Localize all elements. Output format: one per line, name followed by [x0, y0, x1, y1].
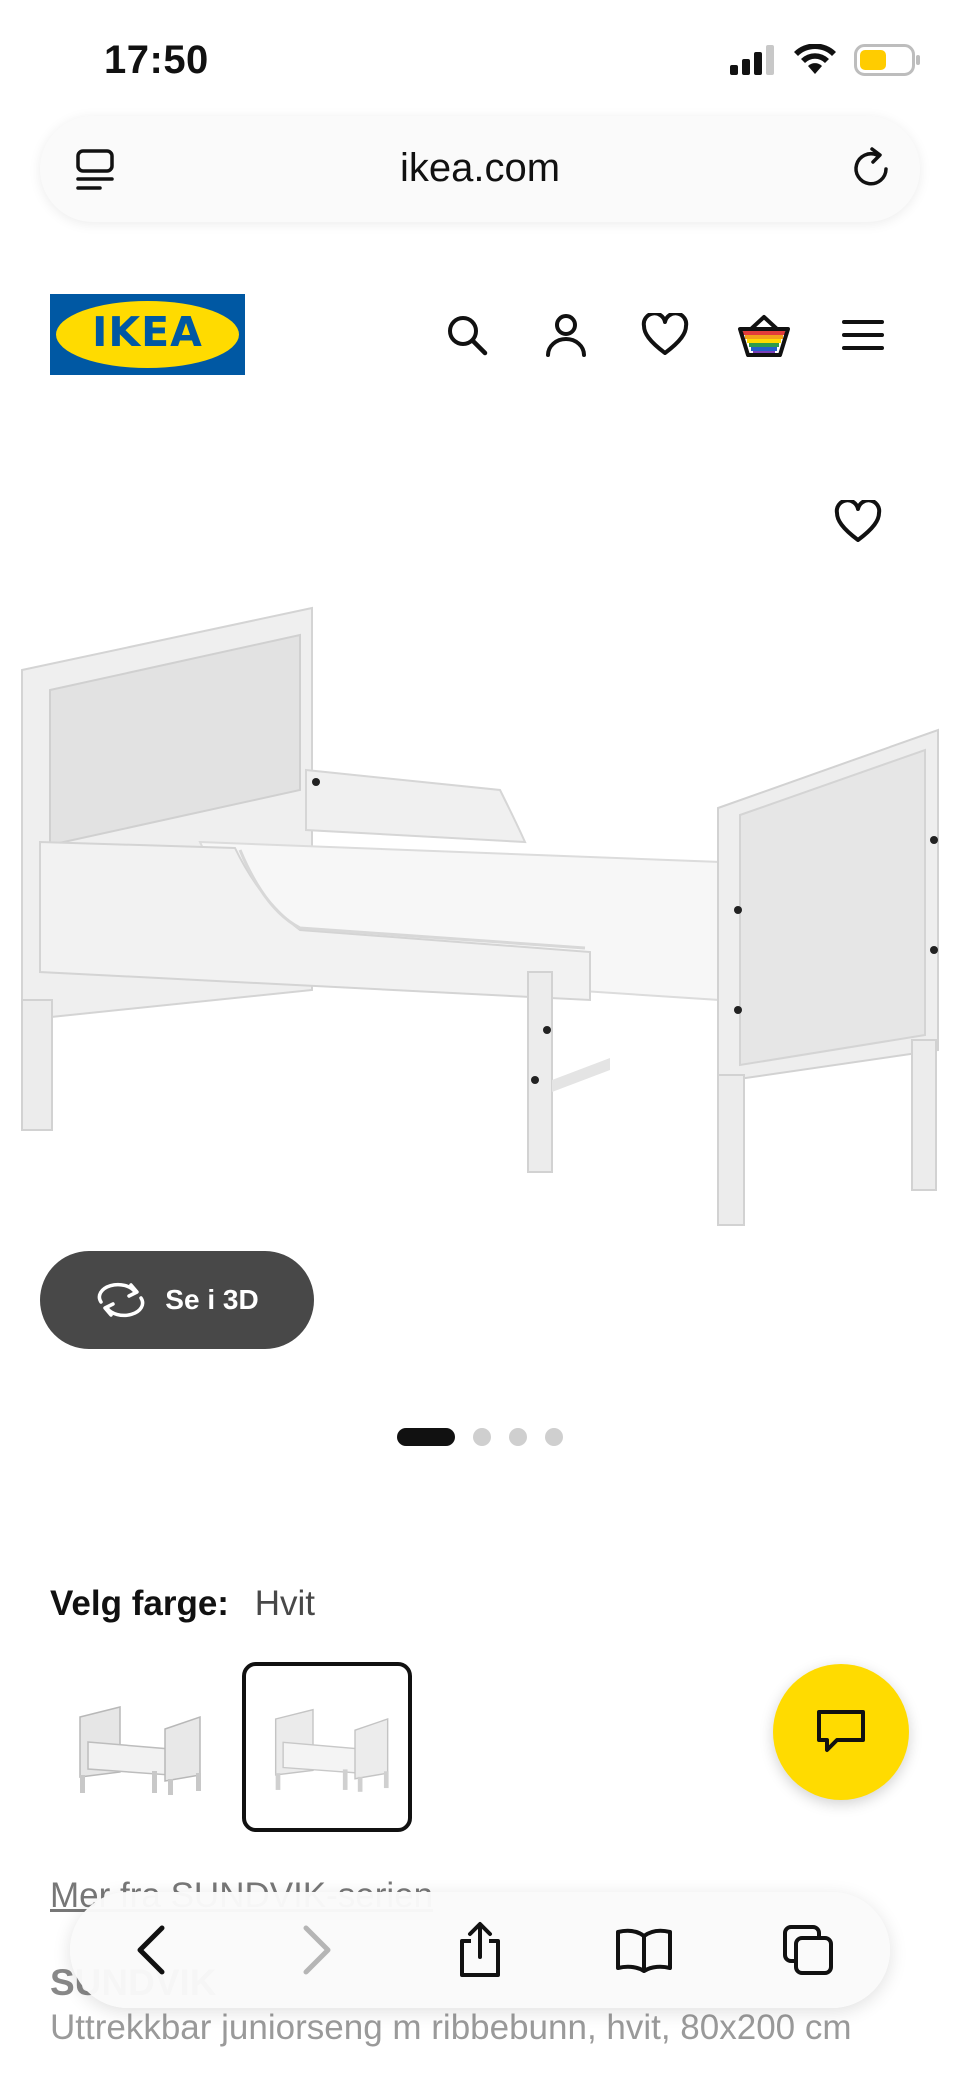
- gallery-dot[interactable]: [397, 1428, 455, 1446]
- color-swatch[interactable]: [50, 1662, 220, 1832]
- view-in-3d-button[interactable]: Se i 3D: [40, 1251, 314, 1349]
- heart-icon[interactable]: [637, 307, 693, 363]
- cellular-signal-icon: [730, 45, 774, 75]
- address-bar[interactable]: ikea.com: [40, 116, 920, 222]
- status-icons: [730, 44, 920, 76]
- account-icon[interactable]: [538, 307, 594, 363]
- gallery-dot[interactable]: [509, 1428, 527, 1446]
- product-image[interactable]: [0, 580, 960, 1260]
- url-text[interactable]: ikea.com: [40, 146, 920, 191]
- gallery-dot[interactable]: [473, 1428, 491, 1446]
- basket-icon[interactable]: [736, 307, 792, 363]
- share-icon[interactable]: [448, 1918, 512, 1982]
- view-in-3d-label: Se i 3D: [165, 1284, 259, 1315]
- forward-icon[interactable]: [284, 1918, 348, 1982]
- bookmarks-icon[interactable]: [612, 1918, 676, 1982]
- gallery-pagination: [0, 1428, 960, 1446]
- browser-toolbar: [70, 1892, 890, 2008]
- product-description: Uttrekkbar juniorseng m ribbebunn, hvit,…: [50, 2008, 852, 2047]
- battery-icon: [854, 44, 920, 76]
- wifi-icon: [794, 44, 836, 74]
- selected-color: Hvit: [254, 1584, 315, 1623]
- back-icon[interactable]: [120, 1918, 184, 1982]
- color-label: Velg farge:: [50, 1584, 229, 1623]
- gallery-dot[interactable]: [545, 1428, 563, 1446]
- menu-icon[interactable]: [835, 307, 891, 363]
- tabs-icon[interactable]: [776, 1918, 840, 1982]
- reload-icon[interactable]: [848, 146, 894, 197]
- chat-icon: [817, 1710, 865, 1752]
- color-picker-heading: Velg farge: Hvit: [50, 1584, 315, 1624]
- chat-button[interactable]: [773, 1664, 909, 1800]
- search-icon[interactable]: [439, 307, 495, 363]
- rotate-3d-icon: [97, 1282, 145, 1318]
- color-swatch-selected[interactable]: [242, 1662, 412, 1832]
- logo-text: IKEA: [92, 308, 203, 356]
- add-to-favourites-icon[interactable]: [834, 498, 890, 556]
- ikea-logo[interactable]: IKEA: [50, 294, 245, 375]
- status-time: 17:50: [104, 38, 209, 82]
